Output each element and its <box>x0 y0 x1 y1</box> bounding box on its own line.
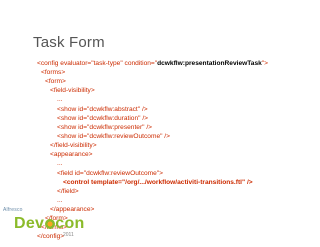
devcon-logo: Dev con <box>14 215 85 233</box>
code-line-control-template: <control template="/org/.../workflow/act… <box>63 179 253 186</box>
code-line-field-review-outcome: <field id="dcwkflw:reviewOutcome"> <box>57 170 164 177</box>
devcon-logo-text: con <box>55 215 85 232</box>
devcon-logo-text: Dev <box>14 215 45 232</box>
code-line-show-presenter: <show id="dcwkflw:presenter" /> <box>57 124 153 131</box>
code-line-ellipsis: ... <box>57 96 63 103</box>
code-line-field-visibility-close: </field-visibility> <box>50 142 97 149</box>
code-line-field-close: </field> <box>57 188 79 195</box>
code-line-show-review-outcome: <show id="dcwkflw:reviewOutcome" /> <box>57 133 170 140</box>
slide: Task Form <config evaluator="task-type" … <box>0 0 320 247</box>
code-line-show-abstract: <show id="dcwkflw:abstract" /> <box>57 106 148 113</box>
code-line-appearance-open: <appearance> <box>50 151 93 158</box>
code-line-ellipsis: ... <box>57 160 63 167</box>
code-line-forms-open: <forms> <box>41 69 66 76</box>
alfresco-logo-text: Alfresco <box>3 207 23 213</box>
code-line-form-open: <form> <box>45 78 66 85</box>
devcon-logo-o-icon <box>44 219 55 229</box>
code-line-config-open: <config evaluator="task-type" condition=… <box>37 60 268 68</box>
code-line-show-duration: <show id="dcwkflw:duration" /> <box>57 115 148 122</box>
code-line-ellipsis: ... <box>57 197 63 204</box>
devcon-year: 2011 <box>63 232 74 238</box>
footer-logo: Alfresco Dev con 2011 <box>0 206 110 247</box>
code-highlight-condition: dcwkflw:presentationReviewTask <box>157 60 262 67</box>
slide-title: Task Form <box>33 34 105 51</box>
code-line-text: <config evaluator="task-type" condition=… <box>37 60 158 67</box>
code-line-text: "> <box>261 60 268 67</box>
code-line-field-visibility-open: <field-visibility> <box>50 87 95 94</box>
